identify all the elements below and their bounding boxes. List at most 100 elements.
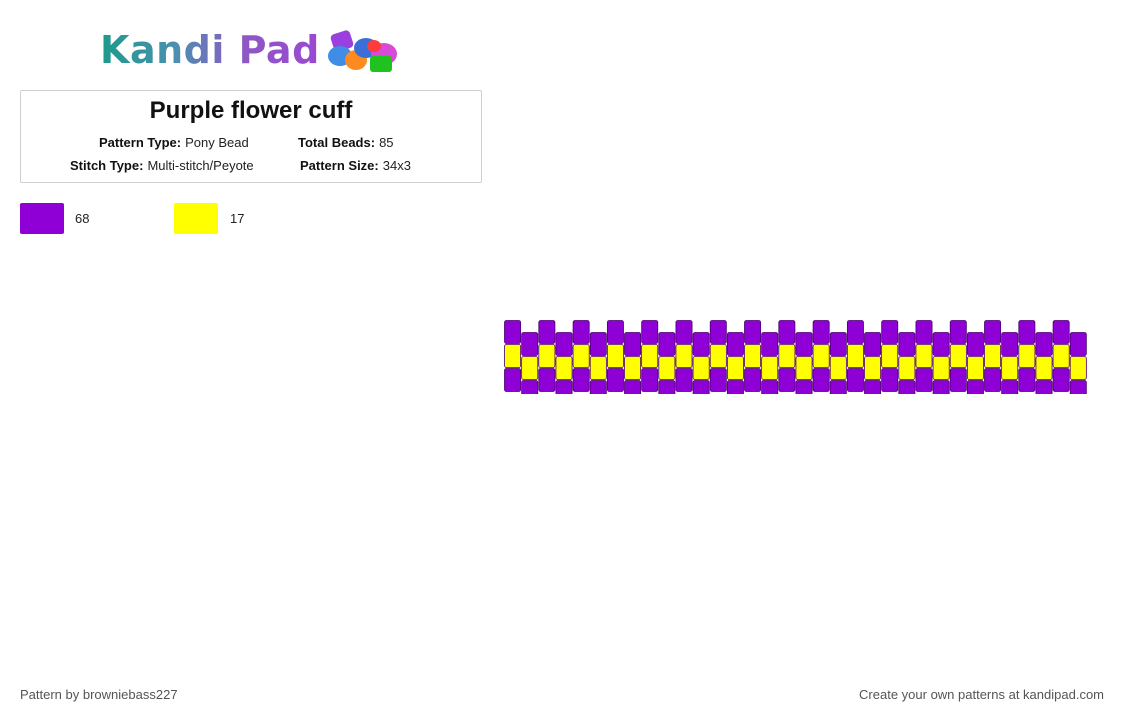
bead <box>966 356 984 380</box>
bead <box>778 344 796 368</box>
bead <box>1018 320 1036 344</box>
bead <box>812 344 830 368</box>
bead <box>709 368 727 392</box>
bead <box>709 344 727 368</box>
bead <box>658 356 676 380</box>
bead <box>744 368 762 392</box>
bead <box>1035 380 1053 404</box>
bead <box>572 368 590 392</box>
bead <box>521 356 539 380</box>
bead <box>538 320 556 344</box>
bead <box>726 380 744 404</box>
bead <box>624 380 642 404</box>
bead <box>829 356 847 380</box>
bead <box>829 332 847 356</box>
bead <box>881 320 899 344</box>
bead <box>521 380 539 404</box>
bead <box>675 344 693 368</box>
bead <box>641 368 659 392</box>
bead <box>898 332 916 356</box>
bead <box>624 356 642 380</box>
bead <box>658 380 676 404</box>
bead <box>709 320 727 344</box>
pattern-author: Pattern by browniebass227 <box>20 687 178 702</box>
bead <box>1018 344 1036 368</box>
bead <box>624 332 642 356</box>
bead <box>795 332 813 356</box>
bead <box>538 368 556 392</box>
bead <box>949 368 967 392</box>
bead <box>726 356 744 380</box>
logo-text: Kandi Pad <box>100 28 320 72</box>
bead <box>641 320 659 344</box>
bead <box>1069 356 1087 380</box>
bead <box>949 320 967 344</box>
bead <box>881 368 899 392</box>
kandipad-logo[interactable]: Kandi Pad <box>100 26 410 76</box>
bead <box>641 344 659 368</box>
bead <box>795 356 813 380</box>
bead <box>726 332 744 356</box>
bead <box>1001 332 1019 356</box>
bead <box>589 380 607 404</box>
bead <box>658 332 676 356</box>
bead <box>864 380 882 404</box>
bead <box>744 320 762 344</box>
pattern-type: Pattern Type: Pony Bead <box>99 135 249 150</box>
bead-pattern-preview <box>504 308 1104 404</box>
bead <box>1018 368 1036 392</box>
bead <box>589 356 607 380</box>
pattern-type-label: Pattern Type: <box>99 135 182 150</box>
total-beads-label: Total Beads: <box>298 135 376 150</box>
bead <box>555 332 573 356</box>
bead <box>692 356 710 380</box>
bead <box>915 368 933 392</box>
bead <box>829 380 847 404</box>
bead <box>744 344 762 368</box>
bead <box>675 368 693 392</box>
bead <box>504 344 522 368</box>
bead <box>984 320 1002 344</box>
pattern-size-value: 34x3 <box>382 158 411 173</box>
bead <box>795 380 813 404</box>
bead <box>692 332 710 356</box>
stitch-type-label: Stitch Type: <box>70 158 144 173</box>
bead <box>761 380 779 404</box>
color-count-yellow: 17 <box>230 211 245 226</box>
bead <box>846 320 864 344</box>
bead <box>1052 320 1070 344</box>
bead <box>1052 368 1070 392</box>
bead <box>898 356 916 380</box>
bead <box>692 380 710 404</box>
stitch-type: Stitch Type: Multi-stitch/Peyote <box>70 158 254 173</box>
bead <box>915 320 933 344</box>
bead <box>521 332 539 356</box>
bead <box>984 344 1002 368</box>
pattern-size-label: Pattern Size: <box>300 158 379 173</box>
pattern-size: Pattern Size: 34x3 <box>300 158 411 173</box>
beads-logo-icon <box>328 30 397 72</box>
total-beads-value: 85 <box>379 135 394 150</box>
bead <box>966 332 984 356</box>
bead <box>1069 380 1087 404</box>
bead <box>898 380 916 404</box>
kandipad-promo-link[interactable]: Create your own patterns at kandipad.com <box>859 687 1104 702</box>
bead <box>846 344 864 368</box>
color-count-purple: 68 <box>75 211 90 226</box>
bead <box>606 320 624 344</box>
bead <box>966 380 984 404</box>
pattern-info-card: Purple flower cuff Pattern Type: Pony Bea… <box>20 90 482 183</box>
bead <box>778 368 796 392</box>
bead <box>589 332 607 356</box>
bead <box>555 380 573 404</box>
color-swatch-purple <box>20 203 64 234</box>
color-swatch-yellow <box>174 203 218 234</box>
bead <box>1001 380 1019 404</box>
bead <box>846 368 864 392</box>
bead <box>932 356 950 380</box>
bead <box>761 356 779 380</box>
bead <box>1001 356 1019 380</box>
bead <box>864 356 882 380</box>
bead <box>932 332 950 356</box>
bead <box>1052 344 1070 368</box>
